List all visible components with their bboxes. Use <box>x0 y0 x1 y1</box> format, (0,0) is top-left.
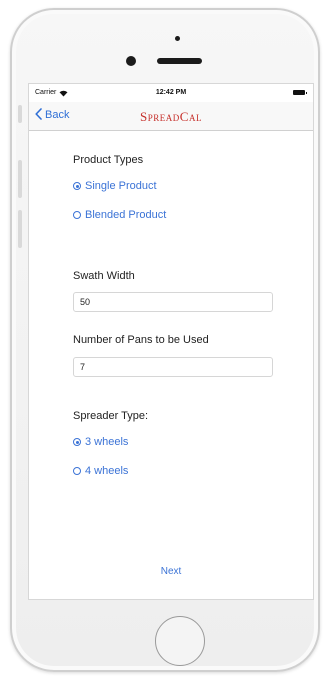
status-bar: Carrier 12:42 PM <box>29 84 313 102</box>
radio-label: Single Product <box>85 180 157 192</box>
radio-unselected-icon <box>73 467 81 475</box>
pans-input[interactable] <box>73 357 273 377</box>
next-button[interactable]: Next <box>29 566 313 577</box>
proximity-sensor <box>175 36 180 41</box>
page-title: SpreadCal <box>140 109 202 124</box>
radio-label: 4 wheels <box>85 465 129 477</box>
radio-3-wheels[interactable]: 3 wheels <box>73 436 128 448</box>
front-camera <box>126 56 136 66</box>
pans-label: Number of Pans to be Used <box>73 334 209 346</box>
radio-unselected-icon <box>73 211 81 219</box>
radio-selected-icon <box>73 182 81 190</box>
radio-label: Blended Product <box>85 209 167 221</box>
mute-switch <box>18 105 22 123</box>
spreader-type-label: Spreader Type: <box>73 410 149 422</box>
radio-single-product[interactable]: Single Product <box>73 180 157 192</box>
product-types-label: Product Types <box>73 154 144 166</box>
radio-selected-icon <box>73 438 81 446</box>
navigation-bar: Back SpreadCal <box>29 102 313 131</box>
volume-down-button <box>18 210 22 248</box>
swath-width-label: Swath Width <box>73 270 135 282</box>
home-button[interactable] <box>155 616 205 666</box>
swath-width-input[interactable] <box>73 292 273 312</box>
battery-icon <box>293 90 307 95</box>
radio-4-wheels[interactable]: 4 wheels <box>73 465 128 477</box>
volume-up-button <box>18 160 22 198</box>
earpiece-speaker <box>157 58 202 64</box>
radio-blended-product[interactable]: Blended Product <box>73 209 166 221</box>
status-time: 12:42 PM <box>155 89 187 96</box>
radio-label: 3 wheels <box>85 436 129 448</box>
app-screen: Carrier 12:42 PM Back SpreadCal Product … <box>28 83 314 600</box>
